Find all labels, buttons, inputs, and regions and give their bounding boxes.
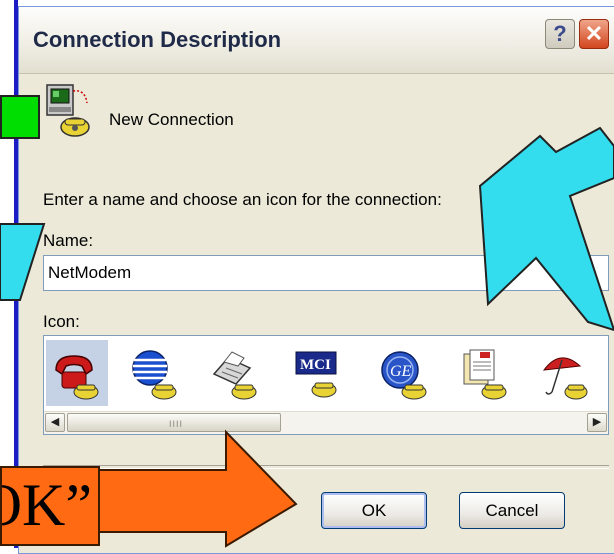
arrow-to-name-field-icon bbox=[0, 223, 46, 301]
ok-callout: OK” bbox=[0, 466, 100, 546]
arrow-to-ok-button-icon bbox=[95, 429, 298, 548]
arrow-to-icon-list-icon bbox=[478, 126, 614, 332]
ok-callout-text: OK” bbox=[2, 472, 92, 538]
